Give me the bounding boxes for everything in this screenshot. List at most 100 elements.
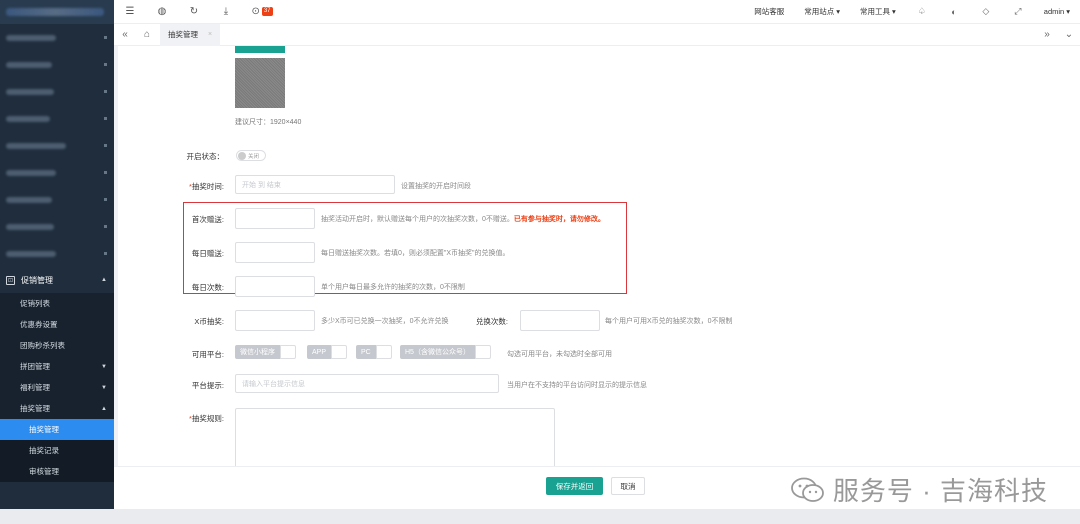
chevron-double-left-icon[interactable]: « — [114, 24, 136, 46]
sidebar-item-blurred[interactable] — [0, 24, 114, 51]
close-icon[interactable]: × — [208, 31, 212, 38]
chevron-double-right-icon[interactable]: » — [1036, 24, 1058, 46]
tab-lottery[interactable]: 抽奖管理 × — [160, 23, 221, 46]
sidebar-item-label: 优惠券设置 — [20, 320, 58, 329]
sidebar-item-group-seckill[interactable]: 团购秒杀列表 — [0, 335, 114, 356]
sidebar-group-promotion[interactable]: ⊡ 促销管理 ▲ — [0, 267, 114, 293]
tabbar: « ⌂ 抽奖管理 × » ⌄ — [114, 23, 1080, 46]
globe-icon[interactable]: ◍ — [146, 0, 178, 24]
rules-textarea[interactable] — [235, 408, 555, 466]
cancel-button[interactable]: 取消 — [611, 477, 645, 495]
sidebar-item-blurred[interactable] — [0, 159, 114, 186]
banner-image-top — [235, 46, 285, 53]
promotion-icon: ⊡ — [6, 275, 15, 285]
daily-gift-input[interactable] — [235, 242, 315, 263]
tab-label: 抽奖管理 — [168, 30, 198, 39]
first-gift-input[interactable] — [235, 208, 315, 229]
sidebar-item-blurred[interactable] — [0, 105, 114, 132]
time-hint: 设置抽奖的开启时间段 — [401, 183, 471, 190]
home-icon[interactable]: ⌂ — [136, 24, 158, 46]
sidebar-item-blurred[interactable] — [0, 51, 114, 78]
chevron-up-icon: ▲ — [101, 405, 107, 412]
first-gift-hint: 抽奖活动开启时，默认赠送每个用户的次抽奖次数，0不赠送。已有参与抽奖时，请勿修改… — [321, 216, 605, 223]
main-form: 建议尺寸：1920×440 开启状态： 关闭 *抽奖时间: 开始 到 结束 设置… — [118, 46, 1080, 466]
coin-hint: 多少X币可已兑换一次抽奖，0不允许兑换 — [321, 318, 449, 325]
sidebar-item-welfare[interactable]: 福利管理 ▼ — [0, 377, 114, 398]
sidebar-item-label: 抽奖管理 — [20, 404, 50, 413]
bell-icon[interactable]: ♤ — [906, 6, 938, 17]
platform-pc-checkbox[interactable]: PC — [356, 345, 392, 359]
sidebar-item-lottery-manage[interactable]: 抽奖管理 — [0, 419, 114, 440]
sidebar-group-label: 促销管理 — [21, 275, 53, 285]
sidebar-item-lottery-records[interactable]: 抽奖记录 — [0, 440, 114, 461]
platform-tip-hint: 当用户在不支持的平台访问时显示的提示信息 — [507, 382, 647, 389]
sidebar: ⊡ 促销管理 ▲ 促销列表 优惠券设置 团购秒杀列表 拼团管理 ▼ 福利管理 ▼ 抽… — [0, 0, 114, 509]
common-sites-menu[interactable]: 常用站点 ▾ — [794, 6, 850, 17]
common-tools-menu[interactable]: 常用工具 ▾ — [850, 6, 906, 17]
chevron-down-icon: ▾ — [892, 7, 896, 16]
tag-icon[interactable]: ◇ — [970, 6, 1002, 17]
sidebar-item-label: 审核管理 — [29, 467, 59, 476]
link-label: 网站客服 — [754, 7, 785, 16]
wechat-icon — [790, 477, 824, 502]
lottery-time-input[interactable]: 开始 到 结束 — [235, 175, 395, 194]
download-icon[interactable]: ⤓ — [210, 0, 242, 24]
chevron-down-icon: ▼ — [101, 363, 107, 370]
chevron-down-icon: ▾ — [836, 7, 841, 16]
time-label: *抽奖时间: — [188, 182, 224, 191]
username: admin — [1043, 7, 1065, 16]
daily-gift-hint: 每日赠送抽奖次数。若填0，则必须配置"X币抽奖"的兑换值。 — [321, 250, 510, 257]
sidebar-item-label: 促销列表 — [20, 299, 50, 308]
shield-icon: ⊙ — [251, 6, 260, 17]
sidebar-item-review[interactable]: 审核管理 — [0, 461, 114, 482]
sidebar-item-lottery[interactable]: 抽奖管理 ▲ — [0, 398, 114, 419]
sidebar-item-promo-list[interactable]: 促销列表 — [0, 293, 114, 314]
sidebar-item-blurred[interactable] — [0, 213, 114, 240]
daily-times-label: 每日次数: — [191, 283, 224, 292]
save-return-button[interactable]: 保存并返回 — [546, 477, 603, 495]
sidebar-item-blurred[interactable] — [0, 240, 114, 267]
chevron-down-icon: ▼ — [101, 384, 107, 391]
daily-times-input[interactable] — [235, 276, 315, 297]
chevron-down-icon[interactable]: ⌄ — [1058, 24, 1080, 46]
platform-app-checkbox[interactable]: APP — [307, 345, 348, 359]
user-menu[interactable]: admin ▾ — [1034, 7, 1080, 16]
topbar: ☰ ◍ ↻ ⤓ ⊙ 37 网站客服 常用站点 ▾ 常用工具 ▾ ♤ ◐ ◇ ⤢ ad… — [114, 0, 1080, 24]
refresh-icon[interactable]: ↻ — [178, 0, 210, 24]
daily-gift-label: 每日赠送: — [191, 249, 224, 258]
platform-h5-checkbox[interactable]: H5（含微信公众号） — [400, 345, 491, 359]
banner-image[interactable] — [235, 58, 285, 108]
platform-miniprogram-checkbox[interactable]: 微信小程序 — [235, 345, 296, 359]
fullscreen-icon[interactable]: ⤢ — [1002, 6, 1034, 17]
sidebar-item-label: 福利管理 — [20, 383, 50, 392]
menu-icon[interactable]: ☰ — [114, 0, 146, 24]
chevron-down-icon: ▾ — [1066, 7, 1070, 16]
platform-tip-input[interactable]: 请输入平台提示信息 — [235, 374, 499, 393]
bottom-strip — [0, 509, 1080, 524]
platform-name: PC — [356, 345, 376, 359]
sidebar-item-blurred[interactable] — [0, 132, 114, 159]
status-switch[interactable]: 关闭 — [236, 150, 266, 161]
form-footer: 保存并返回 取消 服务号 · 吉海科技 — [114, 466, 1080, 509]
coin-input[interactable] — [235, 310, 315, 331]
sidebar-item-coupon-settings[interactable]: 优惠券设置 — [0, 314, 114, 335]
palette-icon[interactable]: ◐ — [938, 7, 970, 17]
platform-label: 可用平台: — [191, 350, 224, 359]
customer-service-link[interactable]: 网站客服 — [744, 6, 794, 17]
rules-label: *抽奖规则: — [188, 414, 224, 423]
sidebar-item-label: 抽奖记录 — [29, 446, 59, 455]
exchange-input[interactable] — [520, 310, 600, 331]
sidebar-item-blurred[interactable] — [0, 186, 114, 213]
platform-name: H5（含微信公众号） — [400, 345, 475, 359]
sidebar-item-blurred[interactable] — [0, 78, 114, 105]
menu-label: 常用工具 — [860, 7, 891, 16]
notice-button[interactable]: ⊙ 37 — [242, 0, 282, 24]
exchange-label: 兑换次数: — [475, 317, 508, 326]
image-size-hint: 建议尺寸：1920×440 — [235, 119, 302, 126]
sidebar-logo — [0, 0, 114, 24]
platform-hint: 勾选可用平台，未勾选时全部可用 — [507, 351, 612, 358]
watermark: 服务号 · 吉海科技 — [790, 471, 1048, 508]
sidebar-item-group-buy[interactable]: 拼团管理 ▼ — [0, 356, 114, 377]
platform-name: APP — [307, 345, 332, 359]
switch-text: 关闭 — [248, 153, 260, 160]
